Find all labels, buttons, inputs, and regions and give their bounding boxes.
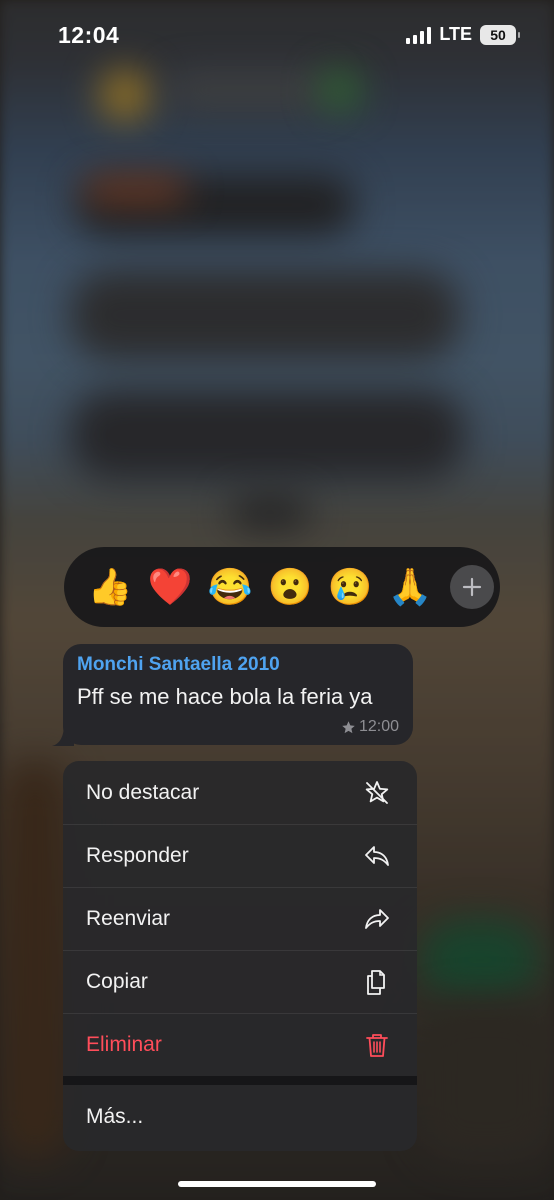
- menu-item-copy[interactable]: Copiar: [63, 950, 417, 1013]
- menu-item-unstar[interactable]: No destacar: [63, 761, 417, 824]
- reaction-surprised[interactable]: 😮: [260, 557, 320, 617]
- menu-item-delete[interactable]: Eliminar: [63, 1013, 417, 1076]
- home-indicator[interactable]: [178, 1181, 376, 1187]
- more-reactions-button[interactable]: [450, 565, 494, 609]
- forward-icon: [363, 905, 391, 933]
- reply-icon: [363, 842, 391, 870]
- menu-item-label: Reenviar: [86, 906, 171, 930]
- star-icon: [342, 720, 355, 733]
- reaction-pray[interactable]: 🙏: [380, 557, 440, 617]
- message-text: Pff se me hace bola la feria ya: [77, 684, 373, 709]
- menu-separator: [63, 1076, 417, 1085]
- reaction-laughing[interactable]: 😂: [200, 557, 260, 617]
- menu-item-label: Copiar: [86, 969, 148, 993]
- network-type: LTE: [439, 24, 472, 44]
- cellular-signal-icon: [406, 26, 432, 44]
- battery-level: 50: [490, 26, 506, 43]
- reaction-picker: 👍 ❤️ 😂 😮 😢 🙏: [64, 547, 500, 627]
- battery-icon: 50: [480, 24, 520, 45]
- menu-item-forward[interactable]: Reenviar: [63, 887, 417, 950]
- reaction-thumbs-up[interactable]: 👍: [80, 557, 140, 617]
- message-meta: 12:00: [341, 718, 399, 736]
- message-bubble[interactable]: Monchi Santaella 2010 Pff se me hace bol…: [63, 644, 413, 745]
- unstar-icon: [363, 779, 391, 807]
- message-context-menu: No destacar Responder Reenviar Copiar El…: [63, 761, 417, 1151]
- copy-icon: [363, 968, 391, 996]
- message-sender: Monchi Santaella 2010: [77, 654, 280, 675]
- menu-item-more[interactable]: Más...: [63, 1085, 417, 1148]
- menu-item-label: Responder: [86, 843, 189, 867]
- reaction-crying[interactable]: 😢: [320, 557, 380, 617]
- reaction-heart[interactable]: ❤️: [140, 557, 200, 617]
- status-time: 12:04: [58, 22, 120, 48]
- message-time: 12:00: [358, 718, 399, 735]
- menu-item-label: Más...: [86, 1104, 144, 1128]
- menu-item-label: Eliminar: [86, 1032, 162, 1056]
- trash-icon: [363, 1031, 391, 1059]
- plus-icon: [462, 577, 482, 597]
- menu-item-reply[interactable]: Responder: [63, 824, 417, 887]
- status-indicators: LTE 50: [406, 24, 520, 45]
- menu-item-label: No destacar: [86, 780, 200, 804]
